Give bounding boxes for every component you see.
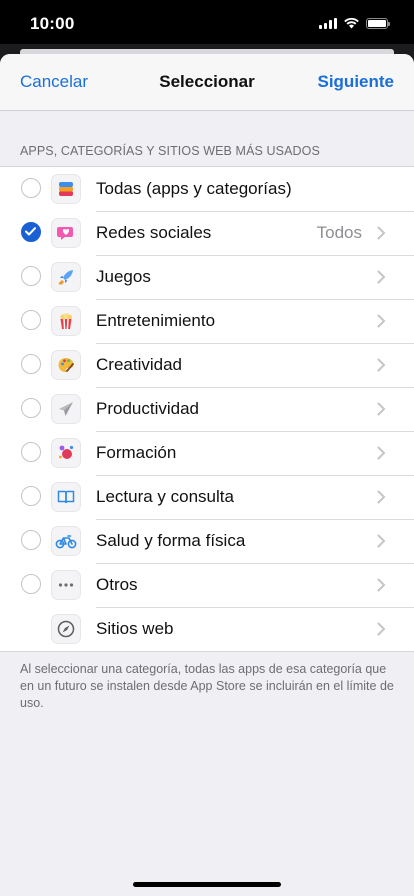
category-row[interactable]: Otros — [0, 563, 414, 608]
status-time: 10:00 — [30, 14, 75, 33]
category-row[interactable]: Sitios web — [0, 607, 414, 651]
radio-unchecked[interactable] — [21, 266, 41, 286]
chat-heart-icon — [51, 218, 81, 248]
category-label: Lectura y consulta — [96, 487, 234, 506]
category-row-content: Otros — [96, 563, 414, 608]
category-label: Redes sociales — [96, 223, 212, 242]
category-label: Creatividad — [96, 355, 182, 374]
category-row-content: Salud y forma física — [96, 519, 414, 564]
category-row[interactable]: Todas (apps y categorías) — [0, 167, 414, 212]
category-row[interactable]: Juegos — [0, 255, 414, 300]
status-icons — [319, 17, 390, 29]
more-dots-icon — [51, 570, 81, 600]
category-row-content: Juegos — [96, 255, 414, 300]
category-row-content: Sitios web — [96, 607, 414, 651]
status-bar: 10:00 — [0, 0, 414, 50]
chevron-right-icon[interactable] — [377, 622, 386, 641]
radio-unchecked[interactable] — [21, 354, 41, 374]
category-list: Todas (apps y categorías) Redes sociales T… — [0, 166, 414, 652]
chevron-right-icon[interactable] — [377, 446, 386, 465]
radio-unchecked[interactable] — [21, 442, 41, 462]
category-row[interactable]: Formación — [0, 431, 414, 476]
home-indicator[interactable] — [133, 882, 281, 887]
section-header: APPS, CATEGORÍAS Y SITIOS WEB MÁS USADOS — [20, 144, 320, 158]
radio-unchecked[interactable] — [21, 486, 41, 506]
category-row[interactable]: Salud y forma física — [0, 519, 414, 564]
category-detail: Todos — [316, 223, 362, 242]
bicycle-icon — [51, 526, 81, 556]
category-row-content: Creatividad — [96, 343, 414, 388]
category-row[interactable]: Lectura y consulta — [0, 475, 414, 520]
planet-icon — [51, 438, 81, 468]
radio-unchecked[interactable] — [21, 530, 41, 550]
category-row-content: Productividad — [96, 387, 414, 432]
radio-unchecked[interactable] — [21, 574, 41, 594]
chevron-right-icon[interactable] — [377, 358, 386, 377]
category-label: Sitios web — [96, 619, 174, 638]
category-label: Productividad — [96, 399, 200, 418]
radio-unchecked[interactable] — [21, 178, 41, 198]
book-icon — [51, 482, 81, 512]
category-label: Entretenimiento — [96, 311, 216, 330]
chevron-right-icon[interactable] — [377, 534, 386, 553]
category-label: Salud y forma física — [96, 531, 246, 550]
category-row[interactable]: Redes sociales Todos — [0, 211, 414, 256]
notch — [95, 0, 319, 31]
compass-icon — [51, 614, 81, 644]
cancel-button[interactable]: Cancelar — [20, 72, 88, 92]
select-sheet: Cancelar Seleccionar Siguiente APPS, CAT… — [0, 54, 414, 896]
category-label: Formación — [96, 443, 177, 462]
layers-icon — [51, 174, 81, 204]
radio-unchecked[interactable] — [21, 398, 41, 418]
category-row-content: Entretenimiento — [96, 299, 414, 344]
category-row-content: Formación — [96, 431, 414, 476]
chevron-right-icon[interactable] — [377, 402, 386, 421]
radio-unchecked[interactable] — [21, 310, 41, 330]
footer-note: Al seleccionar una categoría, todas las … — [20, 662, 394, 710]
cellular-signal-icon — [319, 17, 337, 29]
chevron-right-icon[interactable] — [377, 578, 386, 597]
navigation-bar: Cancelar Seleccionar Siguiente — [0, 54, 414, 111]
chevron-right-icon[interactable] — [377, 270, 386, 289]
category-row[interactable]: Creatividad — [0, 343, 414, 388]
phone-screen: 10:00 Cancelar Seleccionar Siguiente APP… — [0, 0, 414, 896]
chevron-right-icon[interactable] — [377, 314, 386, 333]
popcorn-icon — [51, 306, 81, 336]
category-row-content: Lectura y consulta — [96, 475, 414, 520]
battery-icon — [366, 17, 390, 29]
category-row[interactable]: Entretenimiento — [0, 299, 414, 344]
category-row-content: Todas (apps y categorías) — [96, 167, 414, 212]
palette-icon — [51, 350, 81, 380]
category-label: Juegos — [96, 267, 151, 286]
category-row[interactable]: Productividad — [0, 387, 414, 432]
next-button[interactable]: Siguiente — [317, 72, 394, 92]
chevron-right-icon[interactable] — [377, 226, 386, 245]
wifi-icon — [344, 17, 359, 29]
radio-checked[interactable] — [21, 222, 41, 242]
category-label: Todas (apps y categorías) — [96, 179, 292, 198]
chevron-right-icon[interactable] — [377, 490, 386, 509]
paper-plane-icon — [51, 394, 81, 424]
category-label: Otros — [96, 575, 138, 594]
category-row-content: Redes sociales Todos — [96, 211, 414, 256]
rocket-icon — [51, 262, 81, 292]
